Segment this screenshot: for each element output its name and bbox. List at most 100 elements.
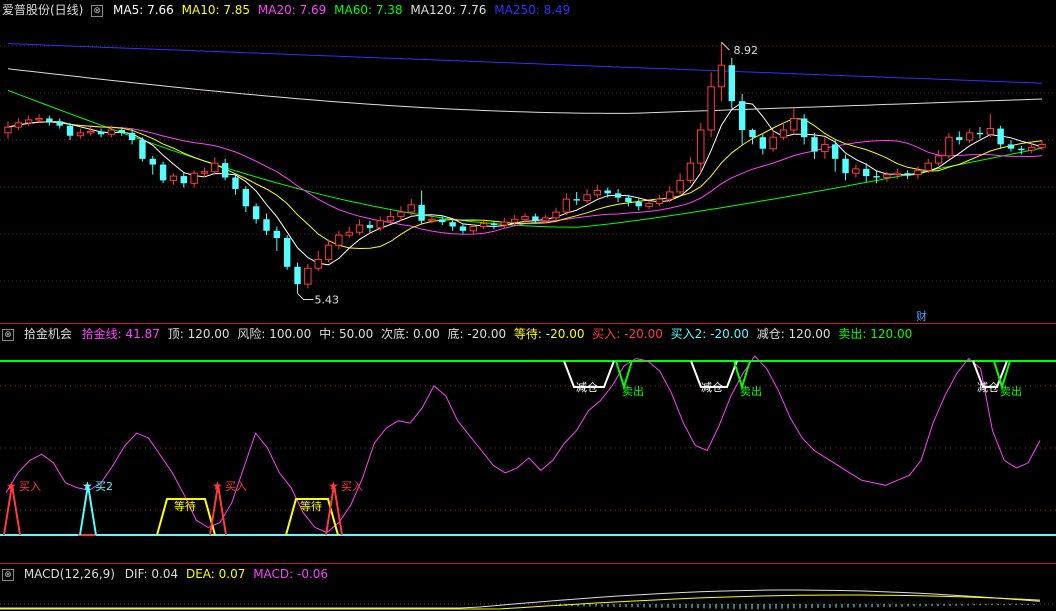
candle-body [625,197,632,202]
candle-body [552,211,560,219]
candle-body [14,122,23,128]
candle-body [418,204,425,221]
candle-body [314,259,322,269]
candle-body [532,216,539,221]
candle-body [128,132,136,141]
oscillator-chart[interactable]: ★ 买入 ★ 买2等待★ 买入等待★ 买入减仓 卖出 减仓 卖出 减仓 卖出 [0,324,1056,564]
candle-body [593,189,602,196]
buy-signal-star: ★ [212,479,223,493]
candle-body [439,219,446,223]
ma60-line [7,89,1043,228]
candle-body [686,162,695,181]
finance-marker: 财 [916,309,927,323]
reduce-signal-label: 减仓 [701,380,723,394]
candle-body [604,190,611,194]
buy2-signal-label: 买2 [95,480,113,493]
candle-body [97,131,105,135]
candle-body [562,198,571,213]
candle-body [24,119,33,124]
ma250-line [7,43,1043,84]
candle-body [159,164,167,181]
candle-body [614,193,622,198]
candle-body [728,65,736,102]
candle-body [35,117,43,121]
candle-body [945,136,953,157]
candle-body [355,224,364,233]
candle-body [324,244,333,261]
buy-signal-star: ★ [6,479,17,493]
sell-signal-label: 卖出 [740,384,762,398]
candle-body [1038,143,1046,148]
candle-body [449,222,456,227]
candle-body [345,231,353,236]
candle-body [893,172,901,176]
candle-body [986,128,995,135]
candle-body [469,225,478,232]
candle-body [200,171,209,174]
candle-body [811,137,818,152]
candle-body [490,223,498,226]
candle-body [873,176,880,178]
buy2-signal-star: ★ [82,479,93,493]
candle-body [221,163,229,178]
candle-body [428,218,436,222]
candle-body [635,202,642,207]
macd-panel: ⊗ MACD(12,26,9) DIF: 0.04 DEA: 0.07 MACD… [0,564,1056,611]
candle-body [66,125,74,136]
candle-body [831,144,839,159]
candle-body [956,137,963,141]
low-price-label: 5.43 [315,293,340,306]
candle-body [407,204,415,213]
candle-body [283,238,291,267]
candle-body [759,137,767,149]
candle-body [769,136,777,150]
price-chart[interactable]: 8.92 5.43 财 [0,0,1056,326]
candle-body [717,64,726,88]
candle-body [180,176,187,184]
candle-body [934,155,943,164]
candle-body [1027,146,1036,151]
candle-body [997,128,1004,145]
ma5-line [7,102,1043,266]
buy-signal-label: 买入 [19,480,41,493]
buy-signal-label: 买入 [225,480,247,493]
candle-body [790,117,798,131]
candle-body [976,132,984,135]
candle-body [842,158,849,174]
candle-body [252,206,260,220]
candle-body [510,218,519,223]
macd-chart[interactable] [0,564,1056,611]
candle-body [800,118,808,138]
candle-body [697,129,705,164]
ma10-line [7,117,1043,250]
candle-body [366,225,374,228]
candle-body [573,199,580,201]
candle-body [965,132,974,141]
candle-body [676,179,684,193]
candle-body [645,202,653,207]
wait-signal-label: 等待 [174,499,196,513]
candle-body [139,140,146,159]
candle-body [707,86,715,131]
candle-body [169,175,178,181]
candle-body [863,168,870,177]
candle-body [46,118,53,122]
candle-body [263,219,270,231]
candle-body [304,267,312,285]
candle-body [376,220,384,229]
price-panel: 爱普股份(日线) ⊗ MA5: 7.66 MA10: 7.85 MA20: 7.… [0,0,1056,326]
candle-body [883,174,891,179]
candle-body [242,189,250,207]
candle-body [87,130,95,134]
candle-body [479,223,488,227]
sell-signal-label: 卖出 [622,384,644,398]
buy-signal-star: ★ [328,479,339,493]
candle-body [4,126,12,134]
candle-body [397,211,405,217]
candle-body [118,130,125,133]
candle-body [666,191,674,200]
candle-body [541,217,550,222]
sell-signal-label: 卖出 [1000,384,1022,398]
candle-body [500,221,509,226]
candle-body [1007,144,1015,149]
